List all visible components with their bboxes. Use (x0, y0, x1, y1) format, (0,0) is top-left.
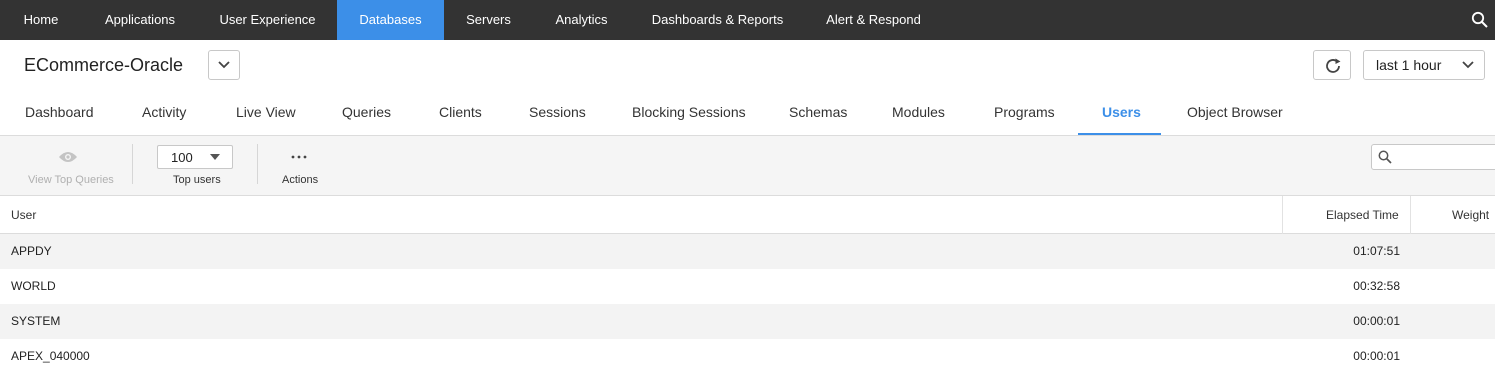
top-users-select[interactable]: 100 (157, 145, 233, 169)
table-row[interactable]: APEX_040000 00:00:01 (0, 339, 1495, 374)
user-cell: APEX_040000 (11, 349, 90, 363)
nav-item-analytics[interactable]: Analytics (533, 0, 630, 40)
refresh-icon (1326, 58, 1341, 73)
user-cell: APPDY (11, 244, 52, 258)
column-header-user[interactable]: User (11, 196, 36, 234)
column-divider (1410, 196, 1411, 234)
database-title: ECommerce-Oracle (24, 55, 184, 75)
table-row[interactable]: WORLD 00:32:58 (0, 269, 1495, 304)
tab-programs[interactable]: Programs (994, 96, 1055, 136)
table-search[interactable] (1371, 144, 1495, 170)
search-icon[interactable] (1471, 11, 1489, 29)
tab-clients[interactable]: Clients (439, 96, 482, 136)
refresh-button[interactable] (1313, 50, 1351, 80)
nav-item-user-experience[interactable]: User Experience (198, 0, 337, 40)
tab-blocking-sessions[interactable]: Blocking Sessions (632, 96, 746, 136)
elapsed-time-cell: 00:00:01 (1353, 314, 1400, 328)
chevron-down-icon (1462, 61, 1474, 69)
more-icon[interactable] (291, 148, 307, 163)
tab-modules[interactable]: Modules (892, 96, 945, 136)
tab-live-view[interactable]: Live View (236, 96, 296, 136)
user-cell: SYSTEM (11, 314, 61, 328)
tab-object-browser[interactable]: Object Browser (1187, 96, 1283, 136)
nav-item-servers[interactable]: Servers (444, 0, 533, 40)
users-table: User Elapsed Time Weight APPDY 01:07:51 … (0, 196, 1495, 374)
nav-item-home[interactable]: Home (0, 0, 82, 40)
nav-item-applications[interactable]: Applications (82, 0, 198, 40)
eye-icon (58, 150, 78, 167)
top-nav: Home Applications User Experience Databa… (0, 0, 1495, 40)
elapsed-time-cell: 00:00:01 (1353, 349, 1400, 363)
toolbar-divider (132, 144, 133, 184)
elapsed-time-cell: 00:32:58 (1353, 279, 1400, 293)
active-tab-indicator (1078, 133, 1161, 135)
user-cell: WORLD (11, 279, 56, 293)
tab-dashboard[interactable]: Dashboard (25, 96, 94, 136)
database-select-button[interactable] (208, 50, 240, 80)
actions-button[interactable]: Actions (282, 174, 318, 186)
tab-users[interactable]: Users (1102, 96, 1141, 136)
table-header: User Elapsed Time Weight (0, 196, 1495, 234)
column-header-weight[interactable]: Weight (1452, 196, 1489, 234)
nav-item-alert-respond[interactable]: Alert & Respond (805, 0, 942, 40)
tab-schemas[interactable]: Schemas (789, 96, 847, 136)
elapsed-time-cell: 01:07:51 (1353, 244, 1400, 258)
top-users-label: Top users (173, 174, 221, 186)
search-input[interactable] (1396, 147, 1495, 167)
table-row[interactable]: APPDY 01:07:51 (0, 234, 1495, 269)
search-icon (1378, 150, 1392, 164)
chevron-down-icon (218, 61, 230, 69)
toolbar: View Top Queries 100 Top users Actions (0, 136, 1495, 196)
tab-bar: Dashboard Activity Live View Queries Cli… (0, 96, 1495, 136)
nav-item-databases[interactable]: Databases (337, 0, 444, 40)
time-range-select[interactable]: last 1 hour (1363, 50, 1485, 80)
top-users-value: 100 (171, 150, 193, 165)
view-top-queries-button[interactable]: View Top Queries (28, 174, 114, 186)
column-header-elapsed-time[interactable]: Elapsed Time (1326, 196, 1399, 234)
table-row[interactable]: SYSTEM 00:00:01 (0, 304, 1495, 339)
tab-queries[interactable]: Queries (342, 96, 391, 136)
toolbar-divider (257, 144, 258, 184)
nav-item-dashboards-reports[interactable]: Dashboards & Reports (630, 0, 805, 40)
column-divider (1282, 196, 1283, 234)
time-range-label: last 1 hour (1376, 57, 1442, 73)
caret-down-icon (210, 154, 220, 160)
tab-activity[interactable]: Activity (142, 96, 186, 136)
tab-sessions[interactable]: Sessions (529, 96, 586, 136)
